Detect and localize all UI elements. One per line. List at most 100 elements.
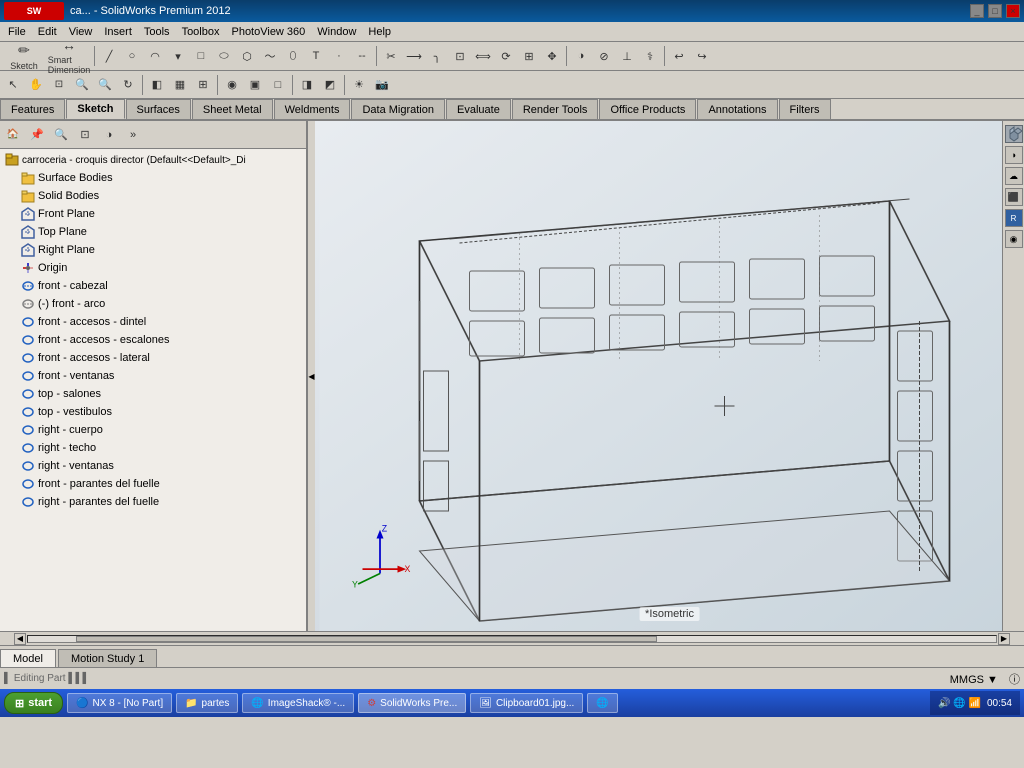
tb-sketch[interactable]: ✏ Sketch	[2, 45, 46, 67]
tb-ellipse[interactable]: ⬯	[282, 45, 304, 67]
tab-surfaces[interactable]: Surfaces	[126, 99, 191, 119]
tb-center-line[interactable]: --	[351, 45, 373, 67]
tb2-zoom-out[interactable]: 🔍	[94, 74, 116, 96]
hscroll-track[interactable]	[27, 635, 997, 643]
menu-window[interactable]: Window	[311, 24, 362, 40]
tb2-view3[interactable]: ⊞	[192, 74, 214, 96]
tree-right-parantes-fuelle[interactable]: right - parantes del fuelle	[0, 493, 306, 511]
tree-front-accesos-escalones[interactable]: front - accesos - escalones	[0, 331, 306, 349]
tb-polygon[interactable]: ⬡	[236, 45, 258, 67]
tb-rectangle[interactable]: □	[190, 45, 212, 67]
tb2-select[interactable]: ↖	[2, 74, 24, 96]
tb2-lights[interactable]: ☀	[348, 74, 370, 96]
model-tab-motion-study[interactable]: Motion Study 1	[58, 649, 157, 667]
tree-front-accesos-dintel[interactable]: front - accesos - dintel	[0, 313, 306, 331]
tb2-zoom-fit[interactable]: ⊡	[48, 74, 70, 96]
tb2-shade[interactable]: ▣	[244, 74, 266, 96]
pt-filter[interactable]: ⊡	[74, 124, 96, 146]
horizontal-scrollbar[interactable]: ◀ ▶	[0, 631, 1024, 645]
tb2-display-style[interactable]: ◉	[221, 74, 243, 96]
start-button[interactable]: ⊞ start	[4, 692, 63, 714]
tb-fillet[interactable]: ╮	[426, 45, 448, 67]
tree-surface-bodies[interactable]: Surface Bodies	[0, 169, 306, 187]
tb-extend[interactable]: ⟶	[403, 45, 425, 67]
tree-right-cuerpo[interactable]: right - cuerpo	[0, 421, 306, 439]
menu-insert[interactable]: Insert	[98, 24, 138, 40]
tb-convert[interactable]: ⟳	[495, 45, 517, 67]
tree-front-accesos-lateral[interactable]: front - accesos - lateral	[0, 349, 306, 367]
tb-slot[interactable]: ⬭	[213, 45, 235, 67]
hscroll-left[interactable]: ◀	[14, 633, 26, 645]
taskbar-nx8[interactable]: 🔵 NX 8 - [No Part]	[67, 693, 172, 713]
tab-weldments[interactable]: Weldments	[274, 99, 351, 119]
menu-photoview[interactable]: PhotoView 360	[225, 24, 311, 40]
appearance-icon[interactable]: ◑	[1005, 146, 1023, 164]
tree-front-plane[interactable]: Front Plane	[0, 205, 306, 223]
tree-front-cabezal[interactable]: front - cabezal	[0, 277, 306, 295]
ambient-occlusion-icon[interactable]: ◉	[1005, 230, 1023, 248]
tab-annotations[interactable]: Annotations	[697, 99, 777, 119]
tb2-section[interactable]: ◨	[296, 74, 318, 96]
tb2-camera[interactable]: 📷	[371, 74, 393, 96]
tab-evaluate[interactable]: Evaluate	[446, 99, 511, 119]
tb-dropdown-1[interactable]: ▾	[167, 45, 189, 67]
decal-icon[interactable]: ⬛	[1005, 188, 1023, 206]
tb2-zoom-in[interactable]: 🔍	[71, 74, 93, 96]
tb-trim[interactable]: ✂	[380, 45, 402, 67]
menu-edit[interactable]: Edit	[32, 24, 63, 40]
pt-display[interactable]: ◑	[98, 124, 120, 146]
taskbar-imageshack[interactable]: 🌐 ImageShack® -...	[242, 693, 354, 713]
model-tab-model[interactable]: Model	[0, 649, 56, 667]
tb-mirror[interactable]: ⟺	[472, 45, 494, 67]
pt-home[interactable]: 🏠	[2, 124, 24, 146]
minimize-button[interactable]: _	[970, 4, 984, 18]
tree-solid-bodies[interactable]: Solid Bodies	[0, 187, 306, 205]
tb-move[interactable]: ✥	[541, 45, 563, 67]
tree-right-ventanas[interactable]: right - ventanas	[0, 457, 306, 475]
taskbar-clipboard[interactable]: 🖼 Clipboard01.jpg...	[470, 693, 583, 713]
tb-line[interactable]: ╱	[98, 45, 120, 67]
pt-expand[interactable]: »	[122, 124, 144, 146]
tree-top-plane[interactable]: Top Plane	[0, 223, 306, 241]
hscroll-right[interactable]: ▶	[998, 633, 1010, 645]
menu-toolbox[interactable]: Toolbox	[176, 24, 226, 40]
tab-data-migration[interactable]: Data Migration	[351, 99, 445, 119]
tree-front-ventanas[interactable]: front - ventanas	[0, 367, 306, 385]
tb2-plane[interactable]: ◩	[319, 74, 341, 96]
scene-icon[interactable]: ☁	[1005, 167, 1023, 185]
tb-offset[interactable]: ⊡	[449, 45, 471, 67]
taskbar-partes[interactable]: 📁 partes	[176, 693, 238, 713]
tb2-pan[interactable]: ✋	[25, 74, 47, 96]
tb-display[interactable]: ◑	[570, 45, 592, 67]
hscroll-thumb[interactable]	[76, 636, 657, 642]
viewport[interactable]: Z X Y *Isometric ◑ ☁ ⬛ R ◉	[315, 121, 1024, 631]
tb-circle[interactable]: ○	[121, 45, 143, 67]
tab-filters[interactable]: Filters	[779, 99, 831, 119]
tb2-view2[interactable]: ▦	[169, 74, 191, 96]
pt-pin[interactable]: 📌	[26, 124, 48, 146]
tb-arc[interactable]: ◠	[144, 45, 166, 67]
tab-features[interactable]: Features	[0, 99, 65, 119]
menu-tools[interactable]: Tools	[138, 24, 176, 40]
tb-repair[interactable]: ⚕	[639, 45, 661, 67]
tb2-view1[interactable]: ◧	[146, 74, 168, 96]
tb-relations[interactable]: ⊥	[616, 45, 638, 67]
taskbar-solidworks[interactable]: ⚙ SolidWorks Pre...	[358, 693, 466, 713]
tb-text[interactable]: T	[305, 45, 327, 67]
status-mmgs[interactable]: MMGS ▼	[950, 674, 998, 686]
tree-front-parantes-fuelle[interactable]: front - parantes del fuelle	[0, 475, 306, 493]
close-button[interactable]: ×	[1006, 4, 1020, 18]
tb2-rotate[interactable]: ↻	[117, 74, 139, 96]
tab-sheet-metal[interactable]: Sheet Metal	[192, 99, 273, 119]
tab-office-products[interactable]: Office Products	[599, 99, 696, 119]
taskbar-ie[interactable]: 🌐	[587, 693, 617, 713]
menu-file[interactable]: File	[2, 24, 32, 40]
tree-root[interactable]: carroceria - croquis director (Default<<…	[0, 151, 306, 169]
tb-display2[interactable]: ⊘	[593, 45, 615, 67]
tree-front-arco[interactable]: (-) front - arco	[0, 295, 306, 313]
panel-collapse[interactable]: ◀	[307, 121, 315, 631]
view-cube[interactable]	[1005, 125, 1023, 143]
menu-help[interactable]: Help	[362, 24, 397, 40]
tb-point[interactable]: ·	[328, 45, 350, 67]
tab-sketch[interactable]: Sketch	[66, 99, 124, 119]
